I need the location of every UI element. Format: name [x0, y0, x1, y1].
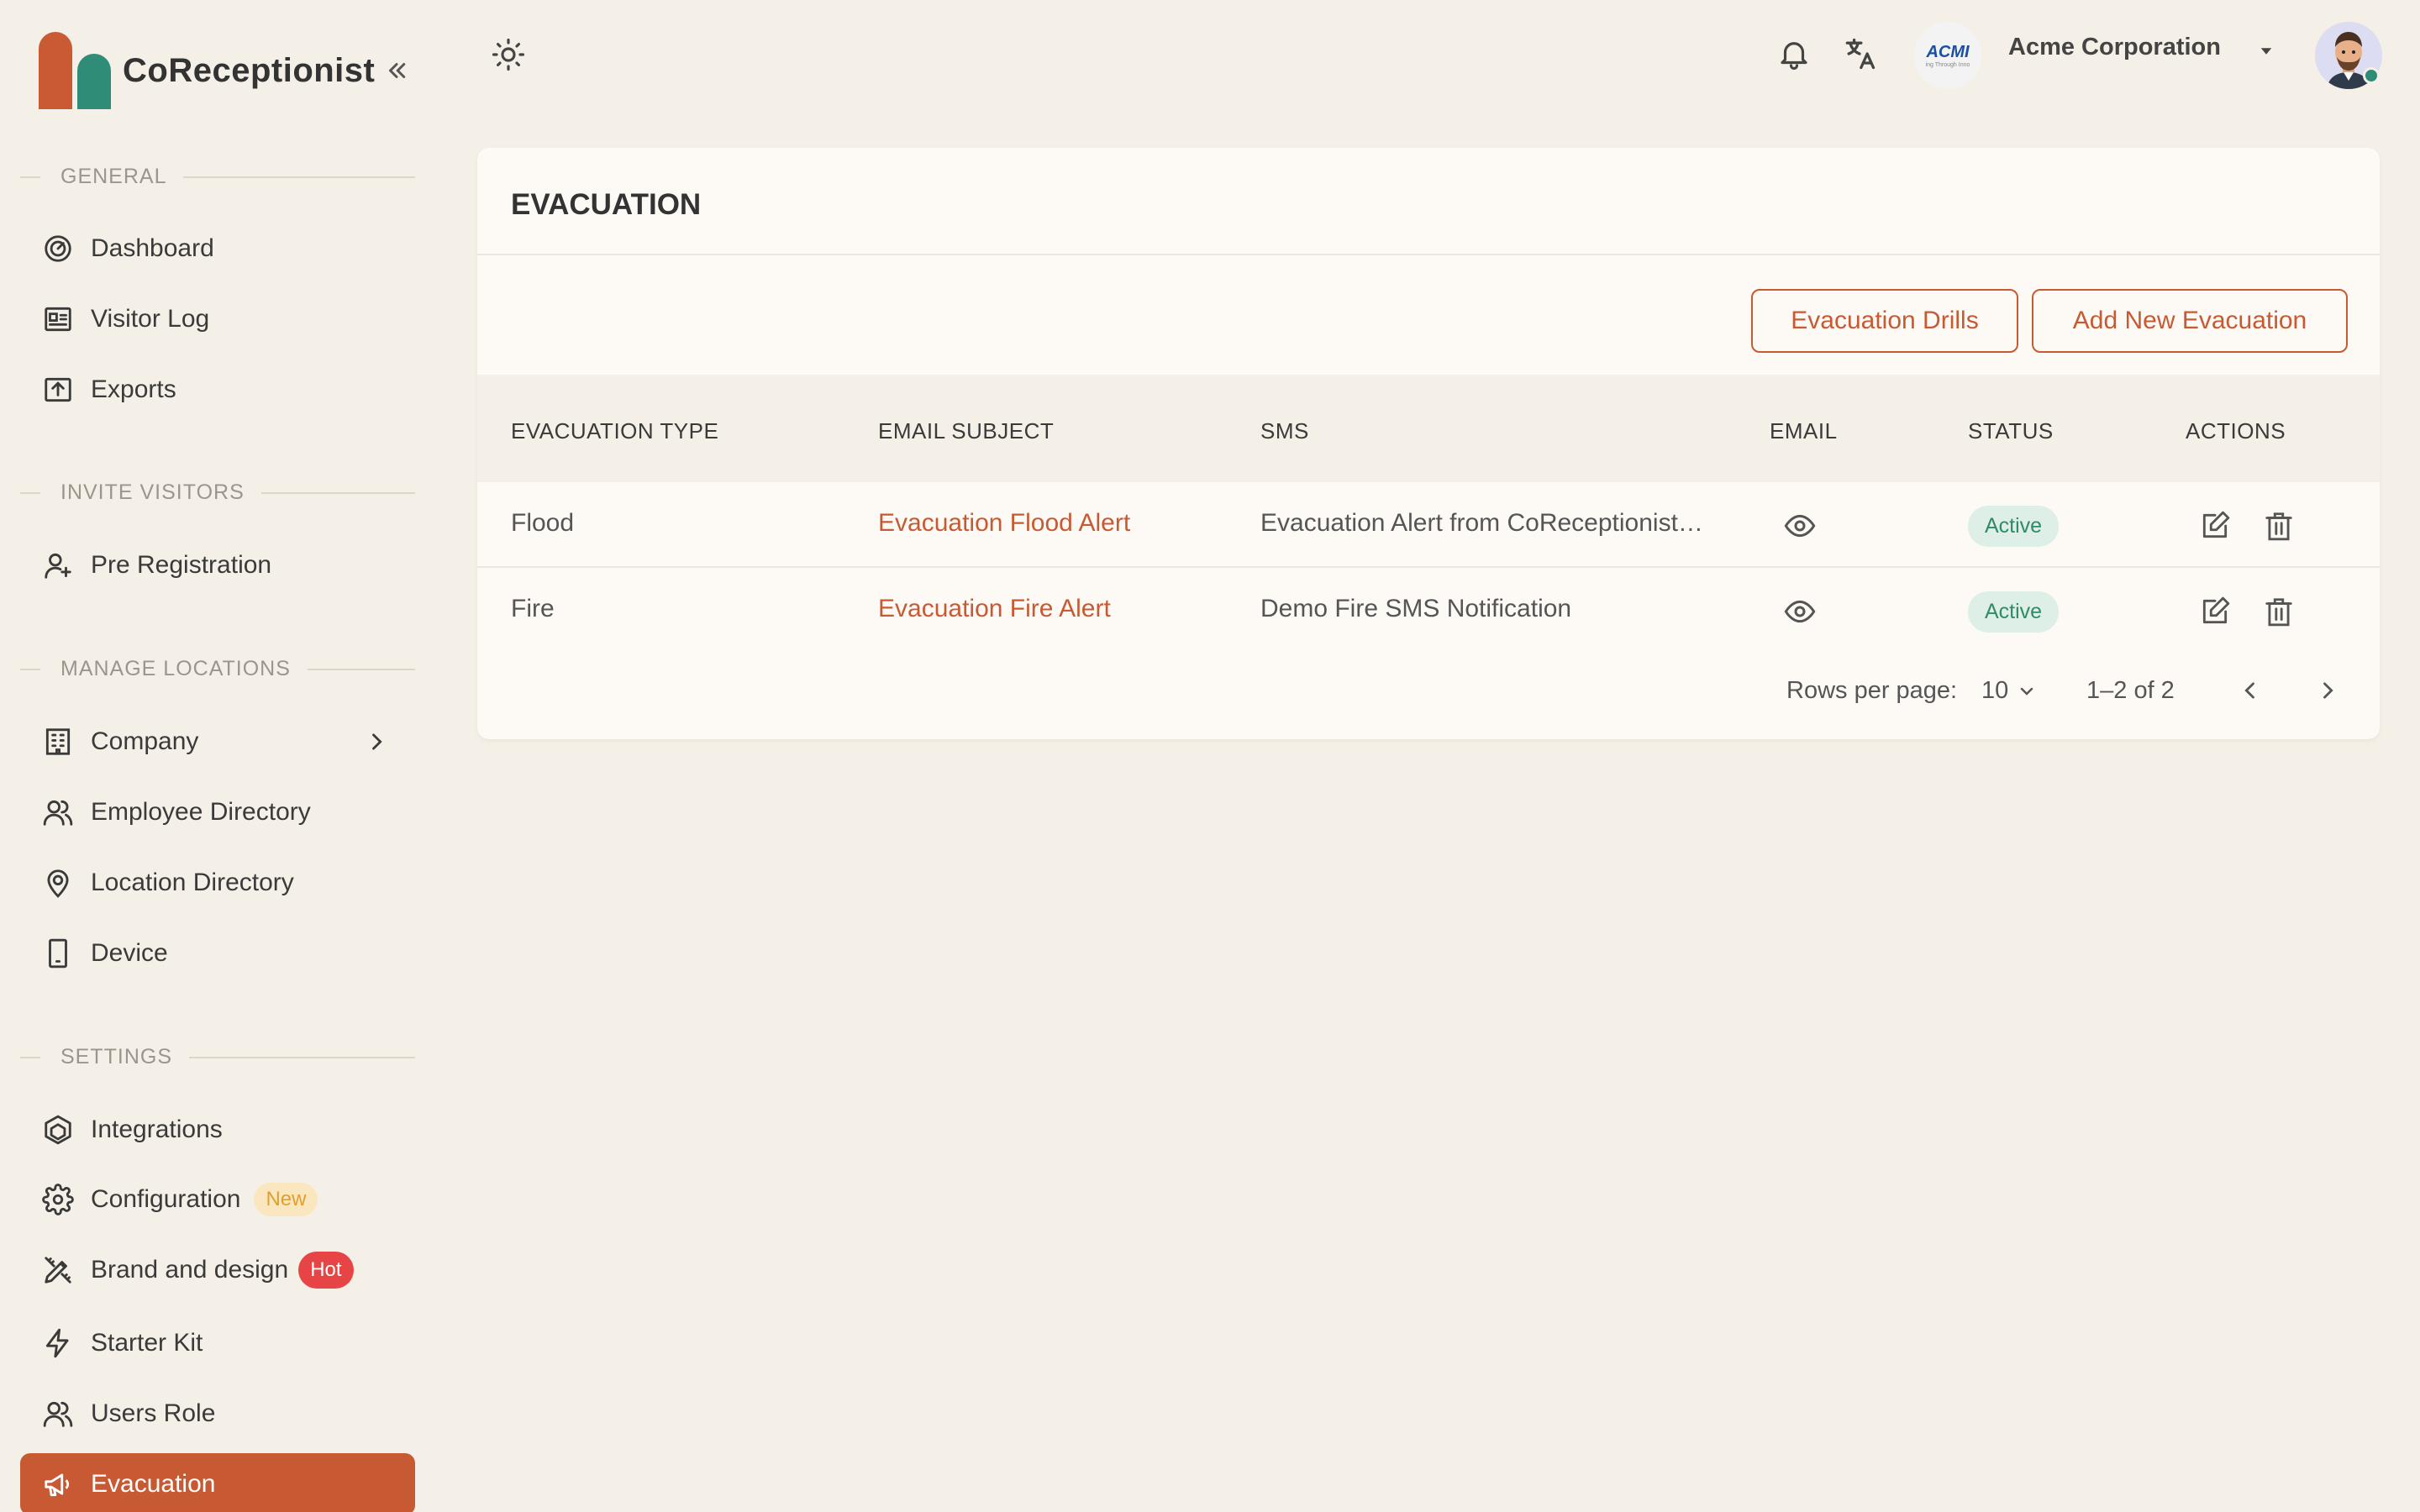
section-manage-locations: MANAGE LOCATIONS	[20, 657, 415, 681]
page-title: EVACUATION	[511, 188, 702, 221]
status-badge: Active	[1968, 506, 2060, 547]
table-row: Fire Evacuation Fire Alert Demo Fire SMS…	[477, 568, 2380, 654]
edit-icon[interactable]	[2195, 591, 2235, 632]
sidebar-item-label: Starter Kit	[91, 1329, 203, 1357]
eye-icon[interactable]	[1781, 593, 1818, 630]
sidebar-item-label: Dashboard	[91, 234, 214, 262]
rows-per-page-label: Rows per page:	[1786, 677, 1958, 704]
column-header-email-subject: EMAIL SUBJECT	[878, 418, 1055, 444]
add-new-evacuation-button[interactable]: Add New Evacuation	[2032, 289, 2348, 353]
evacuation-type-cell: Flood	[511, 509, 575, 537]
new-badge: New	[254, 1183, 318, 1216]
status-badge: Active	[1968, 591, 2060, 633]
next-page-icon[interactable]	[2307, 670, 2348, 711]
theme-toggle-sun-icon[interactable]	[487, 34, 529, 76]
users-icon	[40, 795, 76, 830]
sidebar-item-pre-registration[interactable]: Pre Registration	[20, 535, 415, 596]
pagination-range: 1–2 of 2	[2086, 677, 2175, 704]
sidebar-item-employee-directory[interactable]: Employee Directory	[20, 782, 415, 843]
sidebar-item-label: Configuration	[91, 1185, 241, 1213]
sidebar-item-label: Visitor Log	[91, 305, 210, 333]
trash-icon[interactable]	[2259, 591, 2299, 632]
section-invite-visitors: INVITE VISITORS	[20, 480, 415, 505]
hot-badge: Hot	[298, 1252, 354, 1289]
sms-cell: Demo Fire SMS Notification	[1260, 595, 1572, 622]
sidebar-item-label: Company	[91, 727, 199, 755]
lightning-icon	[40, 1326, 76, 1361]
tablet-icon	[40, 936, 76, 971]
sidebar-item-location-directory[interactable]: Location Directory	[20, 853, 415, 913]
gauge-icon	[40, 231, 76, 266]
sidebar-item-label: Exports	[91, 375, 176, 403]
sidebar-item-label: Users Role	[91, 1399, 216, 1427]
building-icon	[40, 724, 76, 759]
trash-icon[interactable]	[2259, 506, 2299, 546]
sidebar-item-label: Evacuation	[91, 1470, 216, 1498]
export-icon	[40, 372, 76, 407]
sidebar-item-integrations[interactable]: Integrations	[20, 1100, 415, 1160]
app-name: CoReceptionist	[123, 51, 376, 89]
column-header-status: STATUS	[1968, 418, 2054, 444]
column-header-evacuation-type: EVACUATION TYPE	[511, 418, 719, 444]
sidebar-item-exports[interactable]: Exports	[20, 360, 415, 420]
collapse-sidebar-icon[interactable]	[380, 54, 413, 87]
section-settings: SETTINGS	[20, 1045, 415, 1069]
previous-page-icon[interactable]	[2230, 670, 2270, 711]
edit-icon[interactable]	[2195, 506, 2235, 546]
column-header-sms: SMS	[1260, 418, 1309, 444]
evacuation-card: EVACUATION Evacuation Drills Add New Eva…	[477, 148, 2380, 739]
chevron-right-icon	[365, 730, 388, 760]
sidebar-item-visitor-log[interactable]: Visitor Log	[20, 289, 415, 349]
gear-icon	[40, 1182, 76, 1217]
sidebar-item-label: Employee Directory	[91, 798, 311, 826]
brand: CoReceptionist	[39, 32, 413, 109]
sidebar-item-label: Location Directory	[91, 869, 294, 896]
map-pin-icon	[40, 865, 76, 900]
sidebar-item-configuration[interactable]: Configuration New	[20, 1169, 415, 1230]
online-status-dot	[2363, 67, 2380, 84]
cube-icon	[40, 1112, 76, 1147]
app-logo	[39, 32, 111, 109]
rows-per-page-select[interactable]: 10	[1981, 677, 2037, 705]
sidebar-item-dashboard[interactable]: Dashboard	[20, 218, 415, 279]
eye-icon[interactable]	[1781, 507, 1818, 544]
evacuation-type-cell: Fire	[511, 595, 555, 622]
sidebar-item-device[interactable]: Device	[20, 923, 415, 984]
megaphone-icon	[40, 1467, 76, 1502]
sms-cell: Evacuation Alert from CoReceptionist…	[1260, 509, 1703, 537]
sidebar-item-company[interactable]: Company	[20, 711, 415, 772]
users-icon	[40, 1396, 76, 1431]
column-header-actions: ACTIONS	[2186, 418, 2286, 444]
sidebar-item-brand-and-design[interactable]: Brand and design Hot	[20, 1240, 415, 1300]
id-card-icon	[40, 302, 76, 337]
ruler-pencil-icon	[40, 1252, 76, 1288]
sidebar: CoReceptionist GENERAL Dashboard Visitor…	[0, 0, 437, 1512]
sidebar-item-label: Integrations	[91, 1116, 223, 1143]
sidebar-item-evacuation[interactable]: Evacuation	[20, 1453, 415, 1512]
evacuation-drills-button[interactable]: Evacuation Drills	[1751, 289, 2018, 353]
sidebar-item-label: Brand and design	[91, 1256, 289, 1284]
sidebar-item-starter-kit[interactable]: Starter Kit	[20, 1313, 415, 1373]
translate-icon[interactable]	[1838, 32, 1881, 76]
company-name[interactable]: Acme Corporation	[2008, 34, 2221, 61]
sidebar-item-label: Pre Registration	[91, 551, 272, 579]
company-logo: ACMI ing Through Inno	[1914, 22, 1981, 89]
column-header-email: EMAIL	[1770, 418, 1838, 444]
email-subject-link[interactable]: Evacuation Fire Alert	[878, 595, 1111, 623]
sidebar-item-label: Device	[91, 939, 168, 967]
sidebar-item-users-role[interactable]: Users Role	[20, 1383, 415, 1444]
user-plus-icon	[40, 548, 76, 583]
table-header: EVACUATION TYPE EMAIL SUBJECT SMS EMAIL …	[477, 375, 2380, 482]
divider	[477, 254, 2380, 255]
chevron-down-icon[interactable]	[2254, 39, 2279, 68]
bell-icon[interactable]	[1772, 32, 1816, 76]
chevron-down-icon	[2021, 687, 2033, 696]
section-general: GENERAL	[20, 165, 415, 189]
email-subject-link[interactable]: Evacuation Flood Alert	[878, 509, 1130, 538]
table-row: Flood Evacuation Flood Alert Evacuation …	[477, 482, 2380, 568]
